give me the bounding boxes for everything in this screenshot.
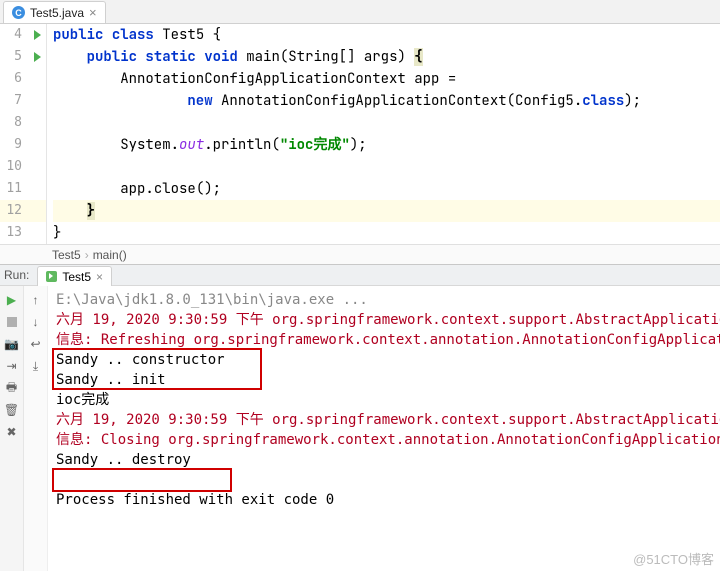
console-line: ioc完成 (56, 390, 720, 410)
run-toolbar-left: ▶ 📷 ⇥ 🖶 🗑 ✖ (0, 286, 24, 571)
console-output[interactable]: E:\Java\jdk1.8.0_131\bin\java.exe ... 六月… (48, 286, 720, 571)
console-line: Sandy .. constructor (56, 350, 720, 370)
up-icon[interactable]: ↑ (26, 290, 46, 310)
tab-filename: Test5.java (30, 6, 84, 20)
stop-button[interactable] (2, 312, 22, 332)
console-line: E:\Java\jdk1.8.0_131\bin\java.exe ... (56, 290, 720, 310)
run-tab-test5[interactable]: Test5 × (37, 266, 112, 286)
watermark: @51CTO博客 (633, 549, 714, 568)
console-line: 信息: Closing org.springframework.context.… (56, 430, 720, 450)
console-line: 六月 19, 2020 9:30:59 下午 org.springframewo… (56, 410, 720, 430)
console-line: Sandy .. destroy (56, 450, 720, 470)
line-number: 12 (0, 200, 28, 222)
line-number: 5 (0, 46, 28, 68)
line-number: 13 (0, 222, 28, 244)
camera-icon[interactable]: 📷 (2, 334, 22, 354)
code-editor[interactable]: 4 5 6 7 8 9 10 11 12 13 public class Tes… (0, 24, 720, 244)
editor-tab-test5[interactable]: C Test5.java × (3, 1, 106, 23)
line-number: 4 (0, 24, 28, 46)
breadcrumb-method[interactable]: main() (93, 248, 127, 262)
print-icon[interactable]: 🖶 (2, 378, 22, 398)
run-panel: ▶ 📷 ⇥ 🖶 🗑 ✖ ↑ ↓ ↩ ⤓ E:\Java\jdk1.8.0_131… (0, 286, 720, 571)
line-number: 6 (0, 68, 28, 90)
pin-icon[interactable]: ✖ (2, 422, 22, 442)
run-panel-header: Run: Test5 × (0, 264, 720, 286)
run-label: Run: (4, 268, 29, 282)
chevron-right-icon: › (85, 248, 89, 262)
code-body[interactable]: public class Test5 { public static void … (47, 24, 720, 244)
breadcrumb-class[interactable]: Test5 (52, 248, 81, 262)
breadcrumb[interactable]: Test5 › main() (0, 244, 720, 264)
run-config-icon (46, 271, 57, 282)
rerun-button[interactable]: ▶ (2, 290, 22, 310)
console-exit: Process finished with exit code 0 (56, 490, 720, 510)
down-icon[interactable]: ↓ (26, 312, 46, 332)
run-line-icon[interactable] (28, 24, 46, 46)
console-line: 六月 19, 2020 9:30:59 下午 org.springframewo… (56, 310, 720, 330)
close-icon[interactable]: × (96, 270, 103, 284)
line-number: 10 (0, 156, 28, 178)
trash-icon[interactable]: 🗑 (2, 400, 22, 420)
editor-tabbar: C Test5.java × (0, 0, 720, 24)
close-icon[interactable]: × (89, 6, 97, 19)
gutter: 4 5 6 7 8 9 10 11 12 13 (0, 24, 47, 244)
run-tab-name: Test5 (62, 270, 91, 284)
soft-wrap-icon[interactable]: ↩ (26, 334, 46, 354)
run-toolbar-inner: ↑ ↓ ↩ ⤓ (24, 286, 48, 571)
line-number: 7 (0, 90, 28, 112)
console-line: 信息: Refreshing org.springframework.conte… (56, 330, 720, 350)
line-number: 9 (0, 134, 28, 156)
run-line-icon[interactable] (28, 46, 46, 68)
scroll-icon[interactable]: ⤓ (26, 356, 46, 376)
line-number: 11 (0, 178, 28, 200)
layout-icon[interactable]: ⇥ (2, 356, 22, 376)
class-file-icon: C (12, 6, 25, 19)
line-number: 8 (0, 112, 28, 134)
console-line: Sandy .. init (56, 370, 720, 390)
